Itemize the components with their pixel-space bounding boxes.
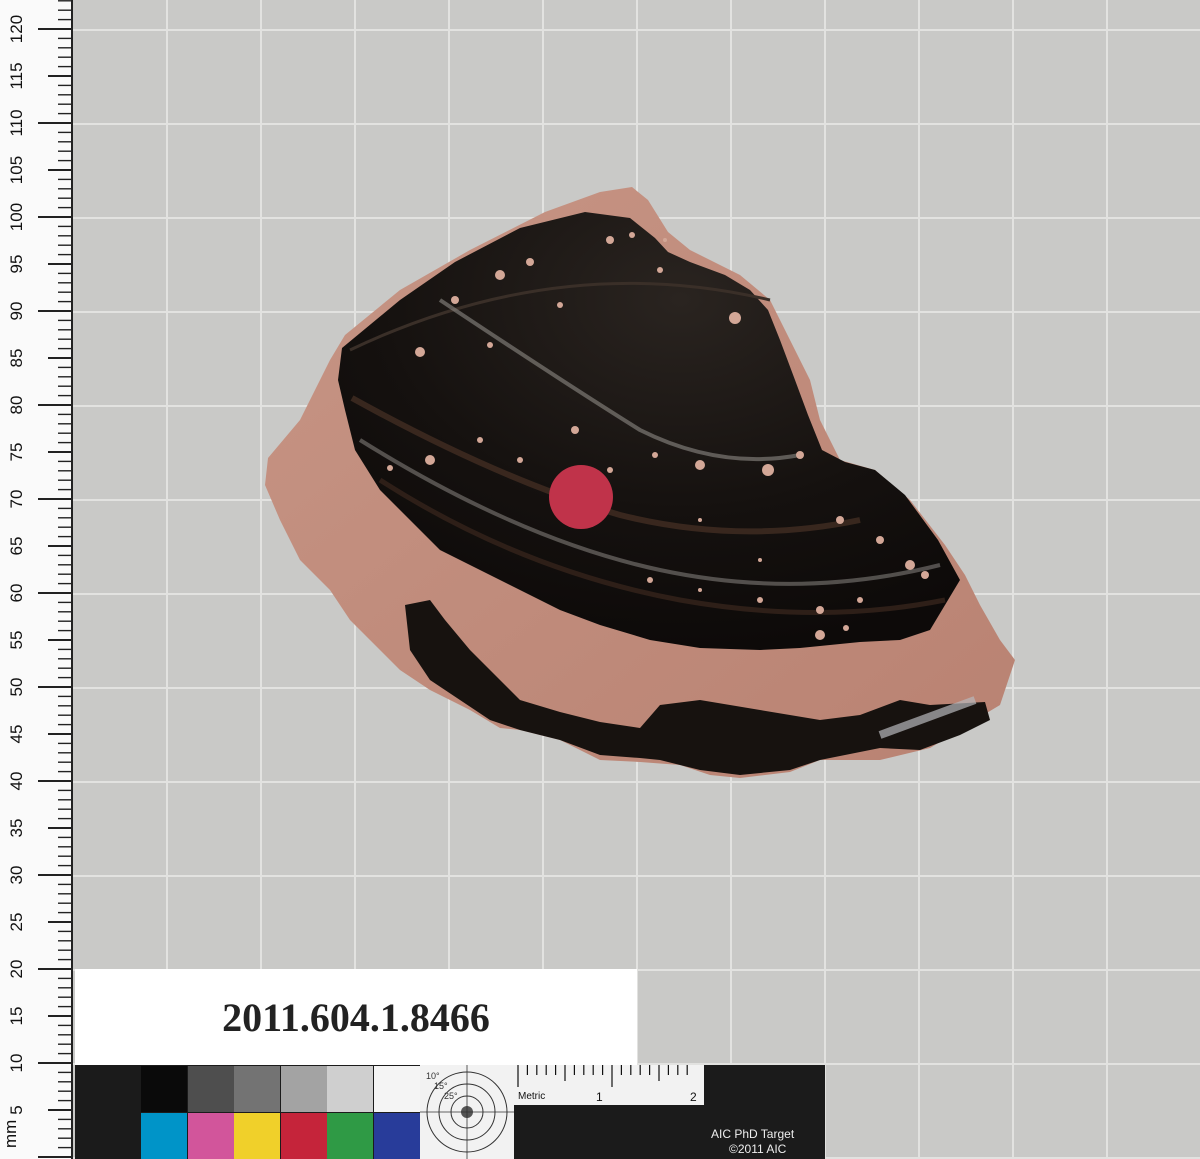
pottery-sherd [265, 187, 1015, 778]
color-swatch [327, 1113, 373, 1159]
ring-label-10: 10° [426, 1071, 440, 1081]
ruler-tick-label: 15 [7, 1007, 26, 1026]
color-swatch [373, 1066, 420, 1112]
ruler-tick-label: 35 [7, 819, 26, 838]
color-swatch [141, 1113, 187, 1159]
ruler-tick-label: 40 [7, 772, 26, 791]
ruler-tick-label: 60 [7, 584, 26, 603]
metric-scale-2: 2 [690, 1090, 697, 1104]
color-swatch [187, 1113, 234, 1159]
ring-label-15: 15° [434, 1081, 448, 1091]
accession-number-label: 2011.604.1.8466 [75, 969, 637, 1065]
ruler-tick-label: 95 [7, 255, 26, 274]
color-swatch [187, 1066, 234, 1112]
ruler-tick-label: 65 [7, 537, 26, 556]
color-swatch [234, 1113, 280, 1159]
color-swatch [141, 1066, 187, 1112]
ruler-tick-label: 120 [7, 15, 26, 43]
ruler-tick-label: 10 [7, 1054, 26, 1073]
target-name: AIC PhD Target [711, 1127, 795, 1141]
ruler-tick-label: 25 [7, 913, 26, 932]
ruler-tick-label: 5 [7, 1105, 26, 1114]
color-swatch [280, 1113, 327, 1159]
ruler-tick-label: 105 [7, 156, 26, 184]
color-swatch [327, 1066, 373, 1112]
ruler-tick-label: 115 [7, 62, 26, 89]
ruler-tick-label: 85 [7, 349, 26, 368]
ring-label-25: 25° [444, 1091, 458, 1101]
ruler-tick-label: 45 [7, 725, 26, 744]
metric-label: Metric [518, 1091, 545, 1102]
ruler-tick-label: 90 [7, 302, 26, 321]
color-swatch [280, 1066, 327, 1112]
color-swatch [234, 1066, 280, 1112]
ruler-tick-label: 30 [7, 866, 26, 885]
ruler-tick-label: 110 [7, 109, 26, 136]
ruler-tick-label: 20 [7, 960, 26, 979]
color-calibration-target: 10° 15° 25° Metric 1 2 AIC PhD Target ©2… [75, 1065, 825, 1159]
ruler-tick-label: 80 [7, 396, 26, 415]
ruler-tick-label: 70 [7, 490, 26, 509]
ruler-tick-label: 55 [7, 631, 26, 650]
metric-scale-1: 1 [596, 1090, 603, 1104]
metric-scale: Metric 1 2 [514, 1065, 704, 1105]
target-copyright: ©2011 AIC [729, 1142, 787, 1156]
ruler-unit-label: mm [1, 1120, 20, 1148]
accession-number: 2011.604.1.8466 [222, 994, 490, 1040]
ruler-tick-label: 50 [7, 678, 26, 697]
focus-target: 10° 15° 25° [420, 1065, 514, 1159]
color-swatch [373, 1113, 420, 1159]
ruler-tick-label: 75 [7, 443, 26, 462]
red-inventory-dot [549, 465, 613, 529]
ruler-tick-label: 100 [7, 203, 26, 231]
